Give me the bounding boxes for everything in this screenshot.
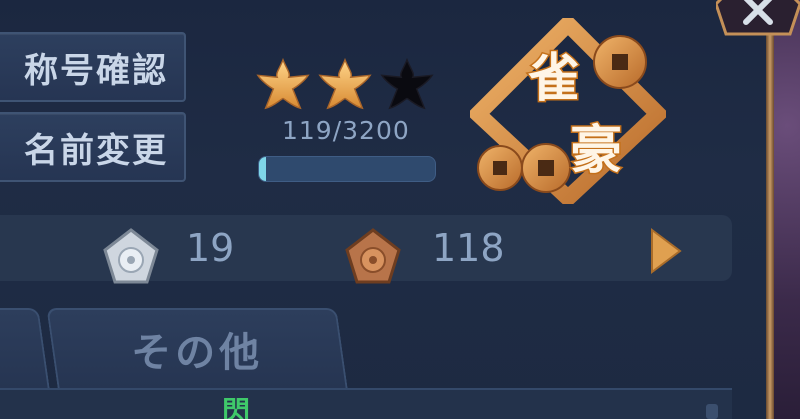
rank-emblem-icon: 雀 豪: [470, 18, 666, 204]
title-confirm-button[interactable]: 称号確認: [0, 32, 186, 102]
emblem-text-top: 雀: [528, 48, 580, 109]
star-icon: [256, 57, 310, 110]
rank-progress-text: 119/3200: [282, 116, 410, 145]
rename-label: 名前変更: [24, 130, 168, 171]
rename-button[interactable]: 名前変更: [0, 112, 186, 182]
chevron-right-icon[interactable]: [650, 228, 682, 274]
rank-progress-fill: [259, 157, 266, 181]
rank-stars: [254, 56, 436, 114]
frame-border: [766, 0, 774, 419]
list-item-partial: 閃: [222, 395, 251, 419]
bronze-count: 118: [432, 226, 505, 270]
background-art: [774, 0, 800, 419]
tab-other[interactable]: その他: [46, 308, 348, 388]
bronze-sakura-badge-icon: [345, 228, 401, 284]
close-icon[interactable]: [716, 0, 800, 40]
tab-content: [0, 388, 732, 419]
silver-sakura-badge-icon: [103, 228, 159, 284]
star-empty-icon: [380, 57, 434, 110]
scrollbar[interactable]: [706, 404, 718, 419]
star-icon: [318, 57, 372, 110]
emblem-text-bottom: 豪: [570, 120, 622, 181]
title-confirm-label: 称号確認: [24, 50, 168, 91]
silver-count: 19: [186, 226, 235, 270]
tab-other-label: その他: [131, 329, 264, 376]
rank-progress-bar: [258, 156, 436, 182]
